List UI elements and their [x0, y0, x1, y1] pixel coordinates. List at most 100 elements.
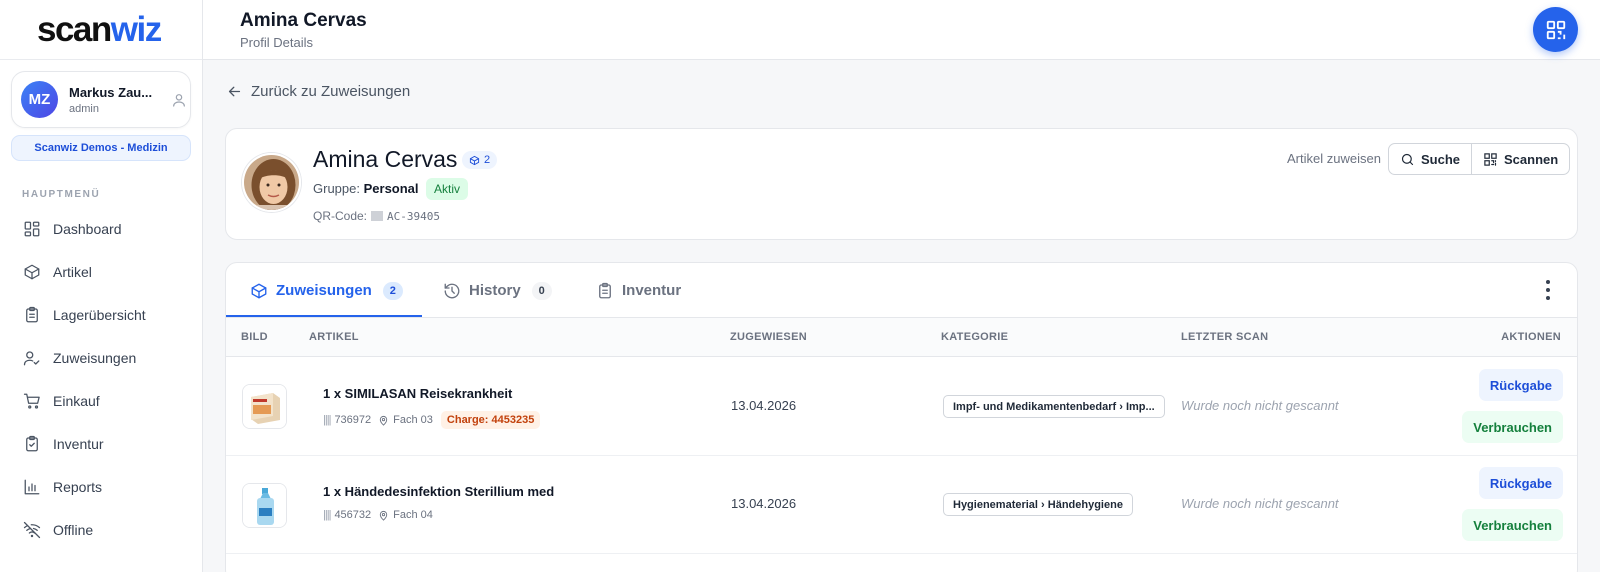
- sidebar-item-zuweisungen[interactable]: Zuweisungen: [0, 336, 202, 379]
- profile-qr-code: QR-Code: AC-39405: [313, 209, 440, 223]
- profile-photo: [242, 153, 301, 212]
- arrow-left-icon: [228, 86, 241, 97]
- assignments-card: Zuweisungen 2 History 0 Inventur BILD AR…: [225, 262, 1578, 572]
- scan-button-label: Scannen: [1504, 151, 1559, 167]
- qr-code-icon: [1484, 152, 1497, 166]
- column-header-artikel: ARTIKEL: [309, 331, 359, 343]
- sidebar-item-einkauf[interactable]: Einkauf: [0, 379, 202, 422]
- table-row[interactable]: 1 x SIMILASAN Reisekrankheit |||| 736972…: [226, 358, 1577, 456]
- return-button[interactable]: Rückgabe: [1478, 467, 1563, 499]
- last-scan: Wurde noch nicht gescannt: [1181, 496, 1339, 511]
- tab-count: 0: [531, 281, 552, 300]
- table-header: BILD ARTIKEL ZUGEWIESEN KATEGORIE LETZTE…: [226, 318, 1577, 357]
- article-barcode: 736972: [334, 414, 372, 426]
- sidebar-item-label: Inventur: [53, 435, 104, 452]
- assigned-date: 13.04.2026: [731, 398, 797, 413]
- logo-text-scan: scan: [37, 9, 112, 49]
- scan-button[interactable]: Scannen: [1471, 144, 1569, 174]
- dashboard-icon: [24, 221, 40, 236]
- bar-chart-icon: [24, 479, 40, 494]
- table-row[interactable]: 1 x Händedesinfektion Sterillium med |||…: [226, 456, 1577, 554]
- sidebar-item-label: Reports: [53, 478, 103, 495]
- tab-history[interactable]: History 0: [443, 263, 552, 318]
- sidebar-item-dashboard[interactable]: Dashboard: [0, 207, 202, 250]
- column-header-kategorie: KATEGORIE: [941, 331, 1009, 343]
- tab-label: History: [469, 282, 521, 299]
- app-logo[interactable]: scan wiz: [0, 0, 202, 60]
- sidebar-item-label: Zuweisungen: [53, 349, 137, 366]
- product-image: [242, 483, 287, 528]
- assigned-date: 13.04.2026: [731, 496, 797, 511]
- item-count-badge: 2: [462, 151, 498, 169]
- column-header-letzter-scan: LETZTER SCAN: [1181, 331, 1269, 343]
- map-pin-icon: [379, 415, 388, 426]
- logo-text-wiz: wiz: [110, 9, 162, 49]
- tab-label: Inventur: [622, 282, 682, 299]
- history-icon: [444, 283, 460, 298]
- user-card[interactable]: MZ Markus Zau... admin: [11, 71, 191, 128]
- user-icon[interactable]: [171, 92, 187, 108]
- sidebar-item-artikel[interactable]: Artikel: [0, 250, 202, 293]
- clipboard-icon: [599, 282, 611, 298]
- category-tag: Impf- und Medikamentenbedarf › Imp...: [943, 395, 1165, 418]
- article-title[interactable]: 1 x Händedesinfektion Sterillium med: [323, 484, 554, 499]
- map-pin-icon: [379, 510, 388, 521]
- org-badge[interactable]: Scanwiz Demos - Medizin: [11, 135, 191, 161]
- page-title: Amina Cervas: [240, 10, 367, 31]
- tab-label: Zuweisungen: [276, 282, 372, 299]
- sidebar-item-inventur[interactable]: Inventur: [0, 422, 202, 465]
- wifi-off-icon: [23, 521, 41, 538]
- sidebar-item-label: Artikel: [53, 263, 92, 280]
- barcode-icon: ||||: [323, 414, 332, 426]
- box-icon: [24, 264, 40, 279]
- charge-badge: Charge: 4453235: [440, 411, 541, 429]
- cart-icon: [23, 393, 40, 409]
- consume-button[interactable]: Verbrauchen: [1462, 509, 1563, 541]
- qr-scan-button[interactable]: [1533, 7, 1578, 52]
- barcode-icon: [371, 211, 383, 221]
- qr-label: QR-Code:: [313, 209, 368, 223]
- active-tab-indicator: [226, 315, 422, 317]
- profile-group: Gruppe: Personal: [313, 181, 419, 196]
- sidebar-item-lageruebersicht[interactable]: Lagerübersicht: [0, 293, 202, 336]
- back-link[interactable]: Zurück zu Zuweisungen: [226, 83, 410, 100]
- clipboard-check-icon: [26, 435, 38, 451]
- tab-zuweisungen[interactable]: Zuweisungen 2: [250, 263, 403, 318]
- sidebar-item-label: Einkauf: [53, 392, 100, 409]
- user-name: Markus Zau...: [69, 84, 153, 100]
- sidebar-item-label: Lagerübersicht: [53, 306, 146, 323]
- item-count-value: 2: [484, 154, 491, 166]
- profile-name: Amina Cervas: [313, 146, 458, 172]
- nav-section-label: HAUPTMENÜ: [22, 189, 101, 200]
- barcode-icon: ||||: [323, 509, 332, 521]
- last-scan: Wurde noch nicht gescannt: [1181, 398, 1339, 413]
- page-subtitle: Profil Details: [240, 35, 313, 50]
- more-options-icon[interactable]: [1545, 280, 1551, 300]
- column-header-bild: BILD: [241, 331, 268, 343]
- assign-label: Artikel zuweisen: [1287, 151, 1381, 166]
- sidebar-item-label: Offline: [53, 521, 94, 538]
- assign-button-group: Suche Scannen: [1388, 143, 1571, 175]
- article-location: Fach 03: [393, 414, 433, 426]
- search-button[interactable]: Suche: [1389, 144, 1471, 174]
- profile-card: Amina Cervas 2 Gruppe: Personal Aktiv QR…: [225, 128, 1578, 240]
- search-icon: [1401, 153, 1414, 165]
- box-icon: [251, 283, 267, 298]
- user-role: admin: [69, 102, 99, 115]
- box-icon: [469, 155, 480, 165]
- sidebar-nav: Dashboard Artikel Lagerübersicht Zuweisu…: [0, 207, 202, 551]
- tab-bar: Zuweisungen 2 History 0 Inventur: [226, 263, 1577, 318]
- tab-count: 2: [382, 281, 403, 300]
- qr-code-icon: [1546, 20, 1565, 39]
- tab-inventur[interactable]: Inventur: [596, 263, 681, 318]
- article-barcode: 456732: [334, 509, 372, 521]
- back-link-label: Zurück zu Zuweisungen: [251, 83, 411, 100]
- consume-button[interactable]: Verbrauchen: [1462, 411, 1563, 443]
- qr-value: AC-39405: [387, 209, 441, 223]
- sidebar-item-reports[interactable]: Reports: [0, 465, 202, 508]
- sidebar-item-offline[interactable]: Offline: [0, 508, 202, 551]
- article-title[interactable]: 1 x SIMILASAN Reisekrankheit: [323, 386, 512, 401]
- avatar: MZ: [21, 81, 58, 118]
- return-button[interactable]: Rückgabe: [1478, 369, 1563, 401]
- category-tag: Hygienematerial › Händehygiene: [943, 493, 1133, 516]
